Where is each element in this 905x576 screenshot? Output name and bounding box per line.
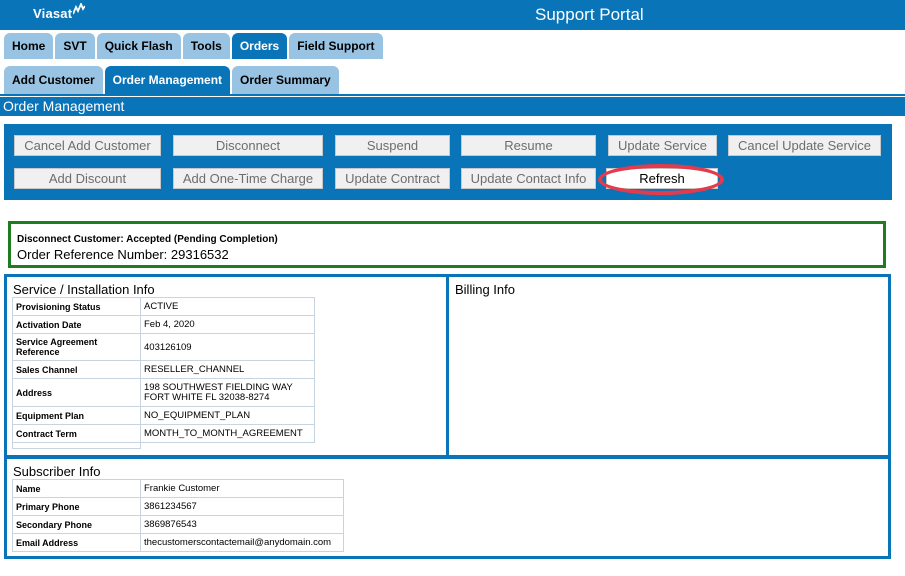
row-label: Name bbox=[12, 479, 141, 498]
status-message-box: Disconnect Customer: Accepted (Pending C… bbox=[8, 221, 886, 268]
table-row: Contract Term MONTH_TO_MONTH_AGREEMENT bbox=[12, 424, 315, 443]
table-row: Activation Date Feb 4, 2020 bbox=[12, 315, 315, 334]
row-label: Email Address bbox=[12, 533, 141, 552]
tab-svt[interactable]: SVT bbox=[55, 33, 95, 59]
service-info-panel: Service / Installation Info Provisioning… bbox=[4, 274, 449, 458]
tab-add-customer[interactable]: Add Customer bbox=[4, 66, 103, 94]
cancel-add-customer-button[interactable]: Cancel Add Customer bbox=[14, 135, 161, 156]
row-value: 403126109 bbox=[140, 333, 315, 361]
row-label: Contract Term bbox=[12, 424, 141, 443]
logo-text: Viasat bbox=[33, 6, 73, 21]
refresh-button[interactable]: Refresh bbox=[606, 168, 718, 189]
table-row: Equipment Plan NO_EQUIPMENT_PLAN bbox=[12, 406, 315, 425]
tab-tools[interactable]: Tools bbox=[182, 33, 230, 59]
row-value: Feb 4, 2020 bbox=[140, 315, 315, 334]
empty-cell bbox=[141, 443, 315, 449]
table-row: Sales Channel RESELLER_CHANNEL bbox=[12, 360, 315, 379]
portal-title: Support Portal bbox=[535, 5, 644, 24]
logo-wave-icon bbox=[73, 3, 86, 15]
tab-orders[interactable]: Orders bbox=[231, 33, 288, 59]
billing-info-panel: Billing Info bbox=[446, 274, 891, 458]
row-label: Secondary Phone bbox=[12, 515, 141, 534]
subscriber-info-table: Name Frankie Customer Primary Phone 3861… bbox=[12, 479, 344, 552]
order-reference-number: Order Reference Number: 29316532 bbox=[17, 247, 229, 262]
table-row: Name Frankie Customer bbox=[12, 479, 344, 498]
row-value: NO_EQUIPMENT_PLAN bbox=[140, 406, 315, 425]
table-row bbox=[12, 442, 315, 449]
update-contact-info-button[interactable]: Update Contact Info bbox=[461, 168, 596, 189]
section-title: Order Management bbox=[0, 97, 905, 116]
row-label: Primary Phone bbox=[12, 497, 141, 516]
tab-quick-flash[interactable]: Quick Flash bbox=[96, 33, 181, 59]
row-value: 3861234567 bbox=[140, 497, 344, 516]
row-label: Sales Channel bbox=[12, 360, 141, 379]
row-label: Provisioning Status bbox=[12, 297, 141, 316]
add-one-time-charge-button[interactable]: Add One-Time Charge bbox=[173, 168, 323, 189]
subscriber-info-panel: Subscriber Info Name Frankie Customer Pr… bbox=[4, 456, 891, 559]
resume-button[interactable]: Resume bbox=[461, 135, 596, 156]
tabs-divider bbox=[0, 94, 905, 96]
row-value: RESELLER_CHANNEL bbox=[140, 360, 315, 379]
row-label: Activation Date bbox=[12, 315, 141, 334]
row-value: Frankie Customer bbox=[140, 479, 344, 498]
table-row: Email Address thecustomerscontactemail@a… bbox=[12, 533, 344, 552]
row-label: Address bbox=[12, 378, 141, 407]
update-service-button[interactable]: Update Service bbox=[608, 135, 717, 156]
tab-order-summary[interactable]: Order Summary bbox=[232, 66, 339, 94]
update-contract-button[interactable]: Update Contract bbox=[335, 168, 450, 189]
table-row: Service Agreement Reference 403126109 bbox=[12, 333, 315, 361]
add-discount-button[interactable]: Add Discount bbox=[14, 168, 161, 189]
row-value: thecustomerscontactemail@anydomain.com bbox=[140, 533, 344, 552]
main-nav-tabs: Home SVT Quick Flash Tools Orders Field … bbox=[4, 33, 383, 59]
address-line-1: 198 SOUTHWEST FIELDING WAY bbox=[144, 381, 293, 393]
cancel-update-service-button[interactable]: Cancel Update Service bbox=[728, 135, 881, 156]
viasat-logo[interactable]: Viasat bbox=[33, 3, 86, 21]
service-info-title: Service / Installation Info bbox=[13, 282, 155, 297]
subscriber-info-title: Subscriber Info bbox=[13, 464, 101, 479]
tab-home[interactable]: Home bbox=[4, 33, 54, 59]
tab-field-support[interactable]: Field Support bbox=[289, 33, 383, 59]
row-value: 198 SOUTHWEST FIELDING WAY FORT WHITE FL… bbox=[140, 378, 315, 407]
row-label: Equipment Plan bbox=[12, 406, 141, 425]
table-row: Primary Phone 3861234567 bbox=[12, 497, 344, 516]
table-row: Address 198 SOUTHWEST FIELDING WAY FORT … bbox=[12, 378, 315, 407]
row-value: MONTH_TO_MONTH_AGREEMENT bbox=[140, 424, 315, 443]
row-label: Service Agreement Reference bbox=[12, 333, 141, 361]
empty-cell bbox=[12, 442, 141, 449]
row-value: 3869876543 bbox=[140, 515, 344, 534]
disconnect-button[interactable]: Disconnect bbox=[173, 135, 323, 156]
service-info-table: Provisioning Status ACTIVE Activation Da… bbox=[12, 297, 315, 449]
row-value: ACTIVE bbox=[140, 297, 315, 316]
address-line-2: FORT WHITE FL 32038-8274 bbox=[144, 391, 270, 403]
top-header-bar: Viasat Support Portal bbox=[0, 0, 905, 30]
tab-order-management[interactable]: Order Management bbox=[104, 66, 231, 94]
table-row: Secondary Phone 3869876543 bbox=[12, 515, 344, 534]
suspend-button[interactable]: Suspend bbox=[335, 135, 450, 156]
billing-info-title: Billing Info bbox=[455, 282, 515, 297]
sub-nav-tabs: Add Customer Order Management Order Summ… bbox=[4, 66, 339, 94]
table-row: Provisioning Status ACTIVE bbox=[12, 297, 315, 316]
status-message: Disconnect Customer: Accepted (Pending C… bbox=[17, 234, 278, 245]
